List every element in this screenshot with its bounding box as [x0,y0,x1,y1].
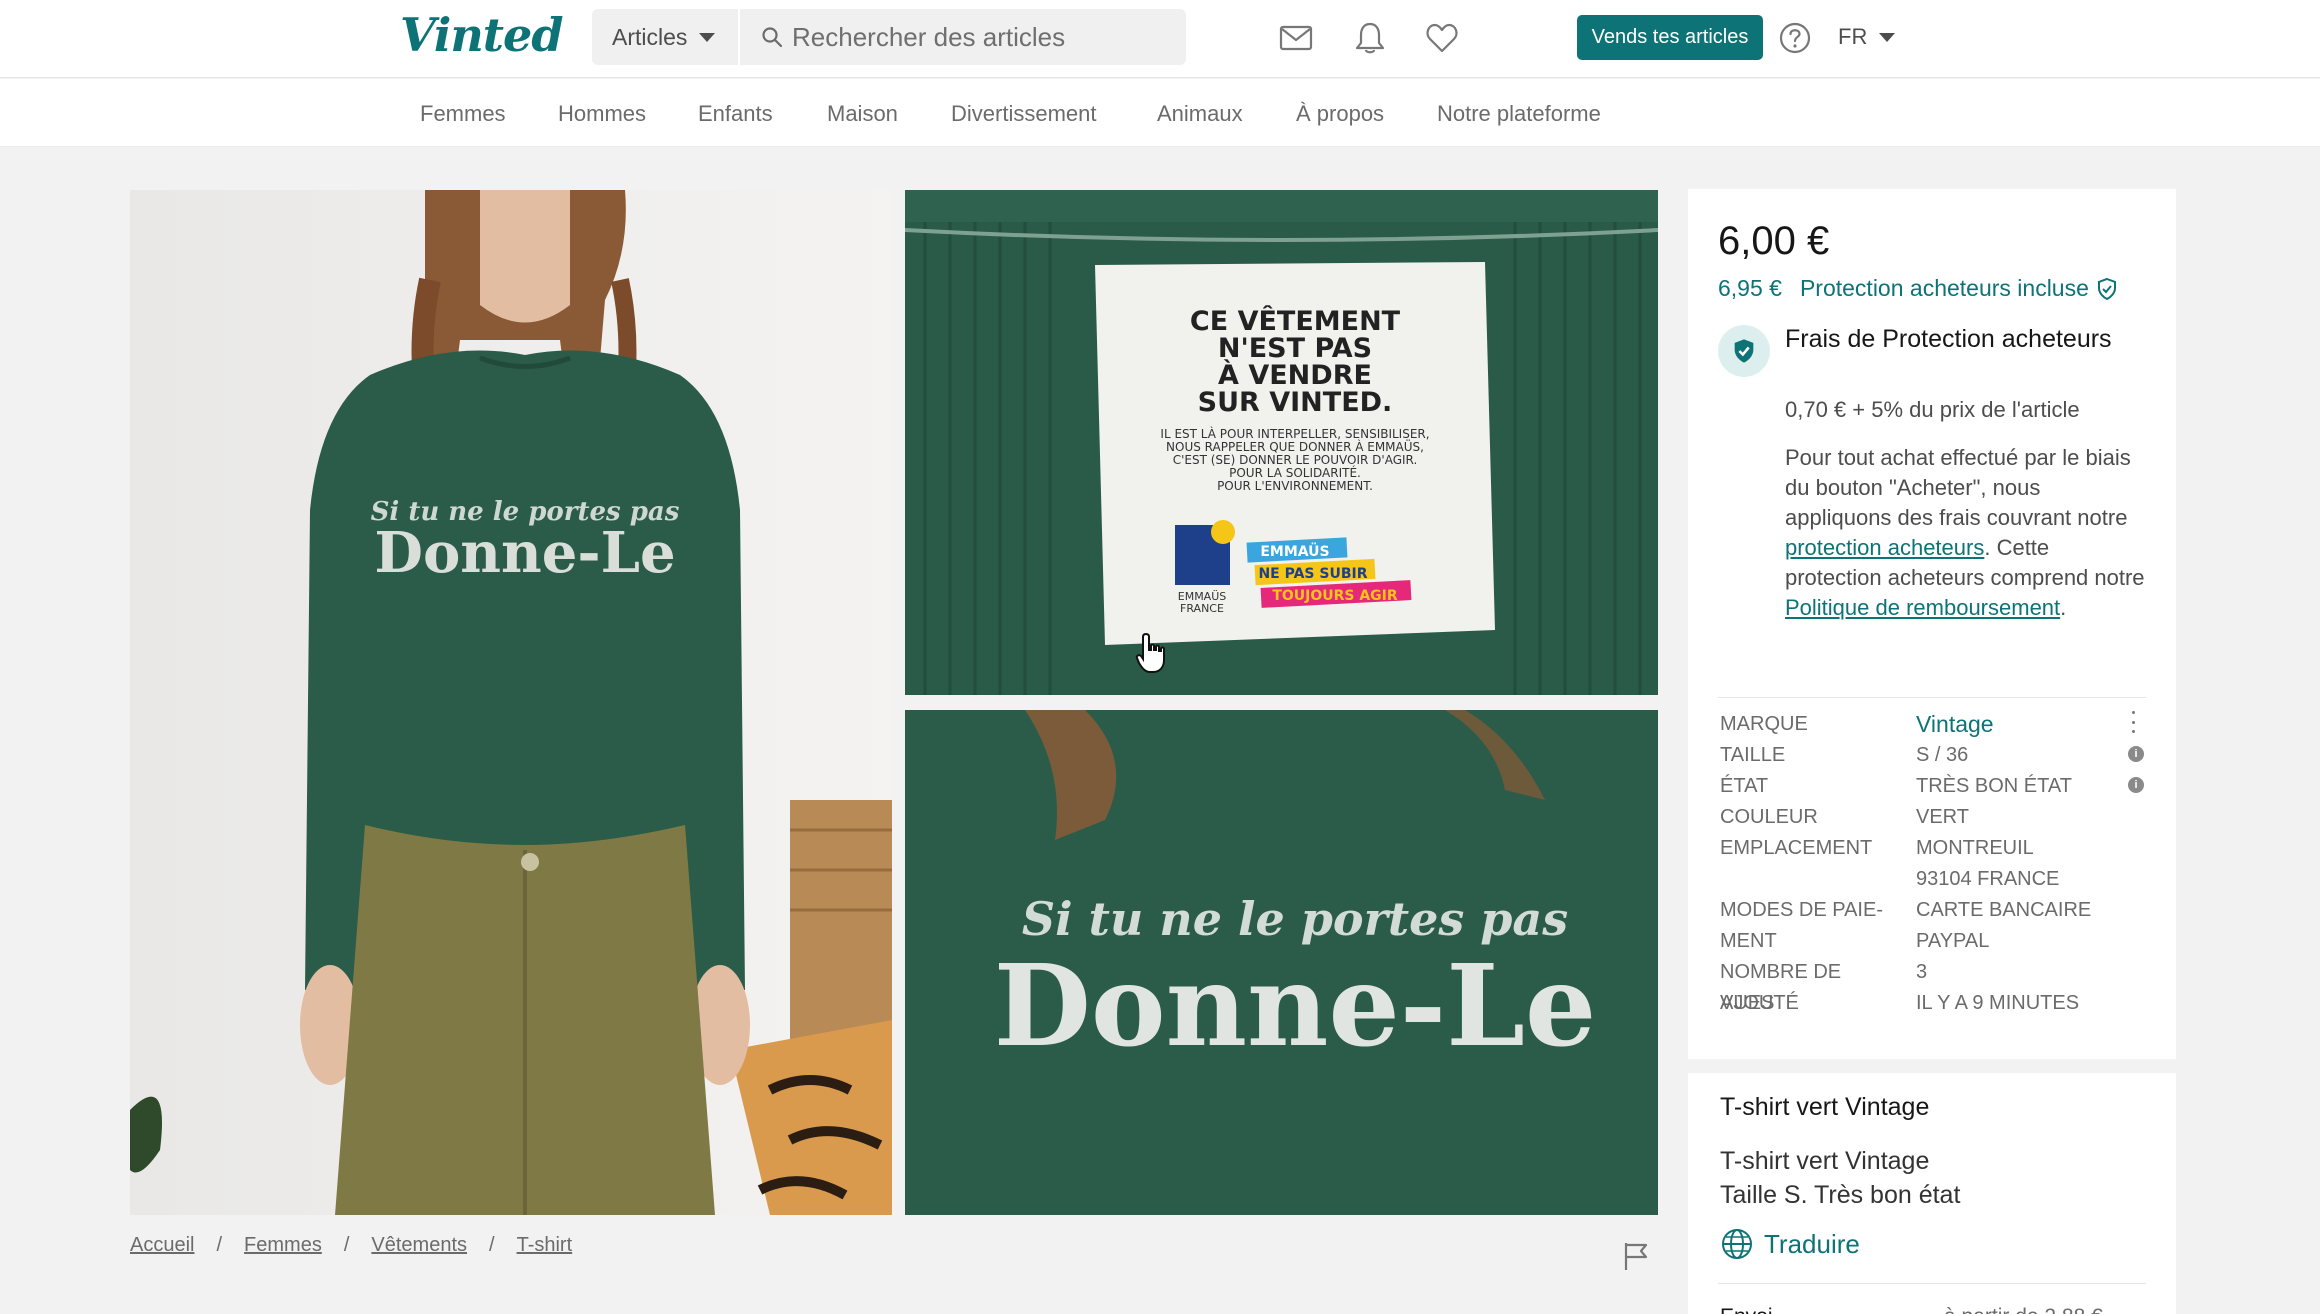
info-icon[interactable]: i [2128,746,2144,762]
protection-included-link[interactable]: Protection acheteurs incluse [1800,275,2089,302]
search-bar: Articles [592,9,1186,65]
attr-value: MONTREUIL [1916,837,2034,859]
chevron-down-icon [1879,32,1896,42]
translate-label: Traduire [1764,1228,1860,1259]
attr-value: 93104 FRANCE [1916,868,2060,890]
breadcrumb-vetements[interactable]: Vêtements [371,1234,467,1257]
attr-key: AJOUTÉ [1720,992,1799,1014]
label-tag-1: EMMAÜS [1260,542,1329,560]
price-with-protection: 6,95 € [1718,275,1782,301]
print-illustration: Si tu ne le portes pas Donne-Le [905,710,1658,1215]
attr-key: MODES DE PAIE- [1720,899,1883,921]
search-icon [762,27,783,48]
nav-item-divertissement[interactable]: Divertissement [951,101,1096,127]
protection-desc-text: Pour tout achat effectué par le biais du… [1785,445,2131,530]
nav-item-maison[interactable]: Maison [827,101,898,127]
shield-check-icon [1734,339,1754,363]
label-body-line-3: C'EST (SE) DONNER LE POUVOIR D'AGIR. [1173,453,1418,467]
nav-item-hommes[interactable]: Hommes [558,101,646,127]
top-header: Vinted Articles Vends tes articles FR [0,0,2320,78]
shield-badge [1718,325,1770,377]
attr-value: TRÈS BON ÉTAT [1916,775,2072,797]
label-body-line-1: IL EST LÀ POUR INTERPELLER, SENSIBILISER… [1160,426,1429,441]
item-description: T-shirt vert Vintage Taille S. Très bon … [1720,1144,1960,1212]
protection-description: Pour tout achat effectué par le biais du… [1785,443,2145,623]
shield-check-icon [2097,277,2116,300]
breadcrumb-femmes[interactable]: Femmes [244,1234,322,1257]
label-title-line-4: SUR VINTED. [1198,387,1393,418]
protection-desc-text: . [2060,595,2067,620]
label-logo-line-2: FRANCE [1180,602,1224,615]
attr-value: 3 [1916,961,1928,983]
refund-policy-link[interactable]: Politique de remboursement [1785,595,2060,620]
item-photo-print[interactable]: Si tu ne le portes pas Donne-Le [905,710,1658,1215]
help-icon[interactable] [1778,21,1812,55]
nav-item-a-propos[interactable]: À propos [1296,101,1384,127]
shirt-print-big: Donne-Le [374,520,675,586]
attr-value: PAYPAL [1916,930,1990,952]
flag-icon[interactable] [1620,1240,1652,1272]
attr-key: MENT [1720,930,1777,952]
sell-items-button[interactable]: Vends tes articles [1577,15,1763,60]
price-with-protection-row: 6,95 € Protection acheteurs incluse [1718,275,2119,302]
buyer-protection-link[interactable]: protection acheteurs [1785,535,1984,560]
shipping-label: Envoi [1720,1305,1773,1314]
attr-value: S / 36 [1916,744,1969,766]
brand-link[interactable]: Vintage [1916,709,1994,740]
protection-fee: 0,70 € + 5% du prix de l'article [1785,397,2080,422]
category-select-label: Articles [612,23,688,50]
attr-key: COULEUR [1720,806,1818,828]
item-photo-main[interactable]: Si tu ne le portes pas Donne-Le [130,190,892,1215]
globe-icon [1722,1229,1752,1259]
more-options-icon[interactable] [2132,711,2138,733]
label-body-line-5: POUR L'ENVIRONNEMENT. [1217,479,1373,493]
language-select[interactable]: FR [1838,24,1896,50]
section-gap [1688,1059,2176,1073]
heart-icon[interactable] [1424,20,1460,56]
divider [1718,697,2146,698]
attr-key: MARQUE [1720,713,1808,735]
divider [1718,1283,2146,1284]
search-input[interactable] [792,9,1172,65]
item-description-line: T-shirt vert Vintage [1720,1147,1930,1175]
category-nav: Femmes Hommes Enfants Maison Divertissem… [0,79,2320,147]
nav-item-notre-plateforme[interactable]: Notre plateforme [1437,101,1601,127]
nav-item-femmes[interactable]: Femmes [420,101,506,127]
info-icon[interactable]: i [2128,777,2144,793]
item-details-panel: 6,00 € 6,95 € Protection acheteurs inclu… [1688,189,2176,1314]
category-select[interactable]: Articles [592,9,740,65]
translate-button[interactable]: Traduire [1720,1227,1860,1261]
protection-title: Frais de Protection acheteurs [1785,325,2112,353]
hand-cursor-icon [1135,632,1165,673]
attr-key: ÉTAT [1720,775,1769,797]
vinted-logo[interactable]: Vinted [400,8,563,62]
model-illustration: Si tu ne le portes pas Donne-Le [130,190,892,1215]
item-photo-label[interactable]: CE VÊTEMENT N'EST PAS À VENDRE SUR VINTE… [905,190,1658,695]
language-label: FR [1838,24,1868,49]
label-body-line-4: POUR LA SOLIDARITÉ. [1229,465,1361,480]
attr-value: CARTE BANCAIRE [1916,899,2092,921]
item-price: 6,00 € [1718,219,1830,263]
chevron-down-icon [699,32,716,42]
nav-item-enfants[interactable]: Enfants [698,101,773,127]
print-big-text: Donne-Le [994,941,1596,1072]
bell-icon[interactable] [1352,20,1388,56]
item-title: T-shirt vert Vintage [1720,1093,1930,1121]
attr-value: IL Y A 9 MINUTES [1916,992,2080,1014]
label-illustration: CE VÊTEMENT N'EST PAS À VENDRE SUR VINTE… [905,190,1658,695]
nav-item-animaux[interactable]: Animaux [1157,101,1243,127]
item-description-line: Taille S. Très bon état [1720,1181,1961,1209]
attr-key: TAILLE [1720,744,1786,766]
mail-icon[interactable] [1278,20,1314,56]
attr-key: EMPLACEMENT [1720,837,1873,859]
attr-value: VERT [1916,806,1969,828]
label-tag-3: TOUJOURS AGIR [1272,588,1398,604]
label-tag-2: NE PAS SUBIR [1258,566,1367,582]
breadcrumb: Accueil / Femmes / Vêtements / T-shirt [130,1234,573,1257]
breadcrumb-accueil[interactable]: Accueil [130,1234,194,1257]
print-small-text: Si tu ne le portes pas [1022,892,1568,946]
label-body-line-2: NOUS RAPPELER QUE DONNER À EMMAÜS, [1166,438,1424,454]
breadcrumb-tshirt[interactable]: T-shirt [517,1234,573,1257]
shipping-price: à partir de 2,88 € [1944,1305,2103,1314]
